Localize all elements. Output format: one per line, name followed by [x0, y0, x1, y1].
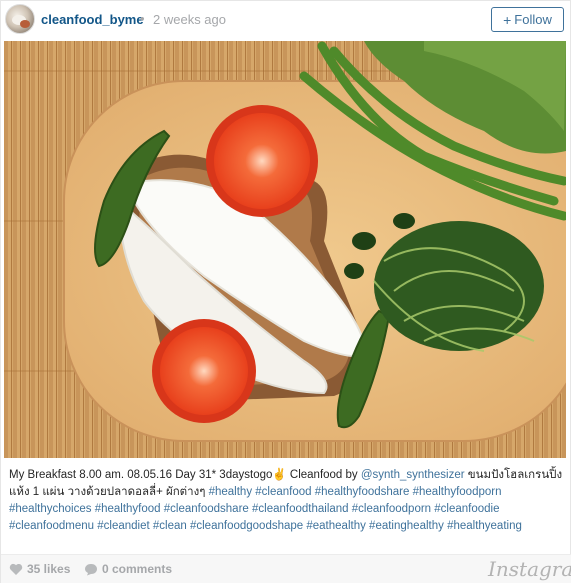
plus-icon: +	[503, 11, 512, 28]
post-header: cleanfood_byme • 2 weeks ago + Follow	[1, 1, 571, 39]
caption-text-part-1: My Breakfast 8.00 am. 08.05.16 Day 31* 3…	[9, 469, 361, 481]
hashtag-link[interactable]: #healthy	[209, 486, 252, 498]
hashtag-link[interactable]: #clean	[153, 520, 187, 532]
hashtag-link[interactable]: #eathealthy	[306, 520, 365, 532]
likes-count[interactable]: 35 likes	[9, 562, 70, 576]
follow-button[interactable]: + Follow	[491, 7, 564, 32]
user-avatar[interactable]	[5, 4, 35, 34]
comments-label: 0 comments	[102, 562, 173, 576]
hashtag-link[interactable]: #healthychoices	[9, 503, 91, 515]
hashtag-link[interactable]: #cleanfoodmenu	[9, 520, 94, 532]
username-link[interactable]: cleanfood_byme	[41, 12, 144, 27]
post-footer: 35 likes 0 comments Instagram	[1, 554, 571, 583]
hashtag-link[interactable]: #cleanfood	[255, 486, 311, 498]
hashtag-link[interactable]: #eatinghealthy	[369, 520, 444, 532]
hashtag-link[interactable]: #healthyfoodshare	[315, 486, 410, 498]
instagram-logo[interactable]: Instagram	[488, 557, 571, 581]
post-caption: My Breakfast 8.00 am. 08.05.16 Day 31* 3…	[9, 467, 565, 535]
hashtag-link[interactable]: #cleanfoodthailand	[252, 503, 349, 515]
hashtag-link[interactable]: #healthyfood	[95, 503, 161, 515]
heart-icon	[9, 563, 23, 575]
post-time[interactable]: 2 weeks ago	[153, 12, 226, 27]
hashtag-link[interactable]: #healthyeating	[447, 520, 522, 532]
hashtag-link[interactable]: #cleanfoodie	[434, 503, 499, 515]
follow-label: Follow	[514, 12, 552, 27]
post-photo[interactable]	[4, 41, 566, 458]
hashtag-link[interactable]: #cleanfoodgoodshape	[190, 520, 303, 532]
likes-label: 35 likes	[27, 562, 71, 576]
caption-mention-link[interactable]: @synth_synthesizer	[361, 469, 465, 481]
speech-bubble-icon	[85, 563, 97, 575]
hashtag-link[interactable]: #healthyfoodporn	[413, 486, 502, 498]
instagram-post-card: cleanfood_byme • 2 weeks ago + Follow My…	[0, 0, 571, 583]
breakfast-photo	[4, 41, 566, 458]
hashtag-link[interactable]: #cleanfoodshare	[164, 503, 249, 515]
hashtag-link[interactable]: #cleandiet	[97, 520, 149, 532]
comments-count[interactable]: 0 comments	[84, 562, 172, 576]
hashtag-link[interactable]: #cleanfoodporn	[352, 503, 431, 515]
separator-dot: •	[140, 11, 145, 26]
